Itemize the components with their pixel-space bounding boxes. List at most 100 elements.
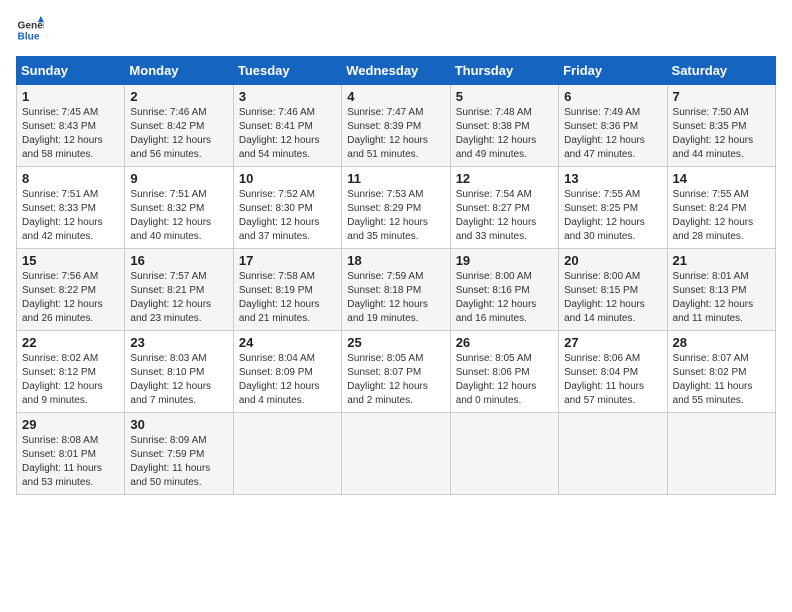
calendar-week-row: 29 Sunrise: 8:08 AM Sunset: 8:01 PM Dayl… xyxy=(17,413,776,495)
day-number: 2 xyxy=(130,89,227,104)
calendar-day-cell: 23 Sunrise: 8:03 AM Sunset: 8:10 PM Dayl… xyxy=(125,331,233,413)
calendar-day-cell: 12 Sunrise: 7:54 AM Sunset: 8:27 PM Dayl… xyxy=(450,167,558,249)
calendar-day-cell: 11 Sunrise: 7:53 AM Sunset: 8:29 PM Dayl… xyxy=(342,167,450,249)
calendar-day-cell xyxy=(233,413,341,495)
day-number: 18 xyxy=(347,253,444,268)
day-info: Sunrise: 7:50 AM Sunset: 8:35 PM Dayligh… xyxy=(673,106,770,162)
weekday-header: Monday xyxy=(125,57,233,85)
day-number: 29 xyxy=(22,417,119,432)
day-number: 12 xyxy=(456,171,553,186)
calendar-day-cell: 22 Sunrise: 8:02 AM Sunset: 8:12 PM Dayl… xyxy=(17,331,125,413)
day-info: Sunrise: 7:51 AM Sunset: 8:32 PM Dayligh… xyxy=(130,188,227,244)
day-number: 5 xyxy=(456,89,553,104)
day-info: Sunrise: 8:02 AM Sunset: 8:12 PM Dayligh… xyxy=(22,352,119,408)
calendar-week-row: 15 Sunrise: 7:56 AM Sunset: 8:22 PM Dayl… xyxy=(17,249,776,331)
calendar-day-cell: 16 Sunrise: 7:57 AM Sunset: 8:21 PM Dayl… xyxy=(125,249,233,331)
weekday-header: Tuesday xyxy=(233,57,341,85)
day-number: 20 xyxy=(564,253,661,268)
day-info: Sunrise: 8:05 AM Sunset: 8:06 PM Dayligh… xyxy=(456,352,553,408)
calendar-day-cell: 5 Sunrise: 7:48 AM Sunset: 8:38 PM Dayli… xyxy=(450,85,558,167)
calendar-table: SundayMondayTuesdayWednesdayThursdayFrid… xyxy=(16,56,776,495)
day-info: Sunrise: 8:07 AM Sunset: 8:02 PM Dayligh… xyxy=(673,352,770,408)
day-info: Sunrise: 7:47 AM Sunset: 8:39 PM Dayligh… xyxy=(347,106,444,162)
weekday-header: Saturday xyxy=(667,57,775,85)
day-info: Sunrise: 7:46 AM Sunset: 8:42 PM Dayligh… xyxy=(130,106,227,162)
day-number: 16 xyxy=(130,253,227,268)
svg-text:Blue: Blue xyxy=(18,31,40,42)
page-header: General Blue xyxy=(16,16,776,44)
day-number: 27 xyxy=(564,335,661,350)
day-number: 1 xyxy=(22,89,119,104)
calendar-day-cell: 2 Sunrise: 7:46 AM Sunset: 8:42 PM Dayli… xyxy=(125,85,233,167)
day-number: 14 xyxy=(673,171,770,186)
day-info: Sunrise: 7:56 AM Sunset: 8:22 PM Dayligh… xyxy=(22,270,119,326)
calendar-day-cell: 30 Sunrise: 8:09 AM Sunset: 7:59 PM Dayl… xyxy=(125,413,233,495)
weekday-header: Thursday xyxy=(450,57,558,85)
day-info: Sunrise: 8:00 AM Sunset: 8:15 PM Dayligh… xyxy=(564,270,661,326)
calendar-day-cell: 21 Sunrise: 8:01 AM Sunset: 8:13 PM Dayl… xyxy=(667,249,775,331)
calendar-day-cell: 20 Sunrise: 8:00 AM Sunset: 8:15 PM Dayl… xyxy=(559,249,667,331)
calendar-week-row: 8 Sunrise: 7:51 AM Sunset: 8:33 PM Dayli… xyxy=(17,167,776,249)
day-number: 19 xyxy=(456,253,553,268)
day-number: 10 xyxy=(239,171,336,186)
day-info: Sunrise: 8:08 AM Sunset: 8:01 PM Dayligh… xyxy=(22,434,119,490)
calendar-week-row: 22 Sunrise: 8:02 AM Sunset: 8:12 PM Dayl… xyxy=(17,331,776,413)
day-info: Sunrise: 8:01 AM Sunset: 8:13 PM Dayligh… xyxy=(673,270,770,326)
day-info: Sunrise: 8:06 AM Sunset: 8:04 PM Dayligh… xyxy=(564,352,661,408)
day-number: 6 xyxy=(564,89,661,104)
day-number: 13 xyxy=(564,171,661,186)
day-number: 26 xyxy=(456,335,553,350)
day-info: Sunrise: 7:57 AM Sunset: 8:21 PM Dayligh… xyxy=(130,270,227,326)
calendar-day-cell: 28 Sunrise: 8:07 AM Sunset: 8:02 PM Dayl… xyxy=(667,331,775,413)
day-info: Sunrise: 7:55 AM Sunset: 8:24 PM Dayligh… xyxy=(673,188,770,244)
day-number: 3 xyxy=(239,89,336,104)
day-info: Sunrise: 7:45 AM Sunset: 8:43 PM Dayligh… xyxy=(22,106,119,162)
day-number: 7 xyxy=(673,89,770,104)
weekday-header: Wednesday xyxy=(342,57,450,85)
day-info: Sunrise: 8:04 AM Sunset: 8:09 PM Dayligh… xyxy=(239,352,336,408)
day-info: Sunrise: 8:09 AM Sunset: 7:59 PM Dayligh… xyxy=(130,434,227,490)
calendar-day-cell: 26 Sunrise: 8:05 AM Sunset: 8:06 PM Dayl… xyxy=(450,331,558,413)
calendar-day-cell: 18 Sunrise: 7:59 AM Sunset: 8:18 PM Dayl… xyxy=(342,249,450,331)
day-number: 21 xyxy=(673,253,770,268)
calendar-day-cell xyxy=(342,413,450,495)
day-number: 8 xyxy=(22,171,119,186)
day-info: Sunrise: 8:00 AM Sunset: 8:16 PM Dayligh… xyxy=(456,270,553,326)
day-info: Sunrise: 7:58 AM Sunset: 8:19 PM Dayligh… xyxy=(239,270,336,326)
day-info: Sunrise: 7:54 AM Sunset: 8:27 PM Dayligh… xyxy=(456,188,553,244)
calendar-day-cell: 1 Sunrise: 7:45 AM Sunset: 8:43 PM Dayli… xyxy=(17,85,125,167)
calendar-day-cell: 13 Sunrise: 7:55 AM Sunset: 8:25 PM Dayl… xyxy=(559,167,667,249)
day-info: Sunrise: 8:03 AM Sunset: 8:10 PM Dayligh… xyxy=(130,352,227,408)
day-number: 25 xyxy=(347,335,444,350)
day-info: Sunrise: 7:49 AM Sunset: 8:36 PM Dayligh… xyxy=(564,106,661,162)
day-number: 17 xyxy=(239,253,336,268)
day-info: Sunrise: 7:46 AM Sunset: 8:41 PM Dayligh… xyxy=(239,106,336,162)
weekday-header: Friday xyxy=(559,57,667,85)
weekday-header: Sunday xyxy=(17,57,125,85)
day-number: 24 xyxy=(239,335,336,350)
day-info: Sunrise: 7:53 AM Sunset: 8:29 PM Dayligh… xyxy=(347,188,444,244)
logo: General Blue xyxy=(16,16,44,44)
calendar-day-cell: 27 Sunrise: 8:06 AM Sunset: 8:04 PM Dayl… xyxy=(559,331,667,413)
calendar-day-cell: 10 Sunrise: 7:52 AM Sunset: 8:30 PM Dayl… xyxy=(233,167,341,249)
day-number: 9 xyxy=(130,171,227,186)
calendar-day-cell: 19 Sunrise: 8:00 AM Sunset: 8:16 PM Dayl… xyxy=(450,249,558,331)
calendar-day-cell: 15 Sunrise: 7:56 AM Sunset: 8:22 PM Dayl… xyxy=(17,249,125,331)
calendar-day-cell: 29 Sunrise: 8:08 AM Sunset: 8:01 PM Dayl… xyxy=(17,413,125,495)
calendar-day-cell: 3 Sunrise: 7:46 AM Sunset: 8:41 PM Dayli… xyxy=(233,85,341,167)
calendar-week-row: 1 Sunrise: 7:45 AM Sunset: 8:43 PM Dayli… xyxy=(17,85,776,167)
day-number: 28 xyxy=(673,335,770,350)
day-info: Sunrise: 7:55 AM Sunset: 8:25 PM Dayligh… xyxy=(564,188,661,244)
calendar-day-cell: 24 Sunrise: 8:04 AM Sunset: 8:09 PM Dayl… xyxy=(233,331,341,413)
calendar-day-cell xyxy=(667,413,775,495)
calendar-day-cell xyxy=(559,413,667,495)
weekday-header-row: SundayMondayTuesdayWednesdayThursdayFrid… xyxy=(17,57,776,85)
calendar-day-cell xyxy=(450,413,558,495)
day-number: 4 xyxy=(347,89,444,104)
day-number: 15 xyxy=(22,253,119,268)
calendar-day-cell: 25 Sunrise: 8:05 AM Sunset: 8:07 PM Dayl… xyxy=(342,331,450,413)
day-info: Sunrise: 7:59 AM Sunset: 8:18 PM Dayligh… xyxy=(347,270,444,326)
day-number: 23 xyxy=(130,335,227,350)
calendar-day-cell: 7 Sunrise: 7:50 AM Sunset: 8:35 PM Dayli… xyxy=(667,85,775,167)
day-info: Sunrise: 7:51 AM Sunset: 8:33 PM Dayligh… xyxy=(22,188,119,244)
